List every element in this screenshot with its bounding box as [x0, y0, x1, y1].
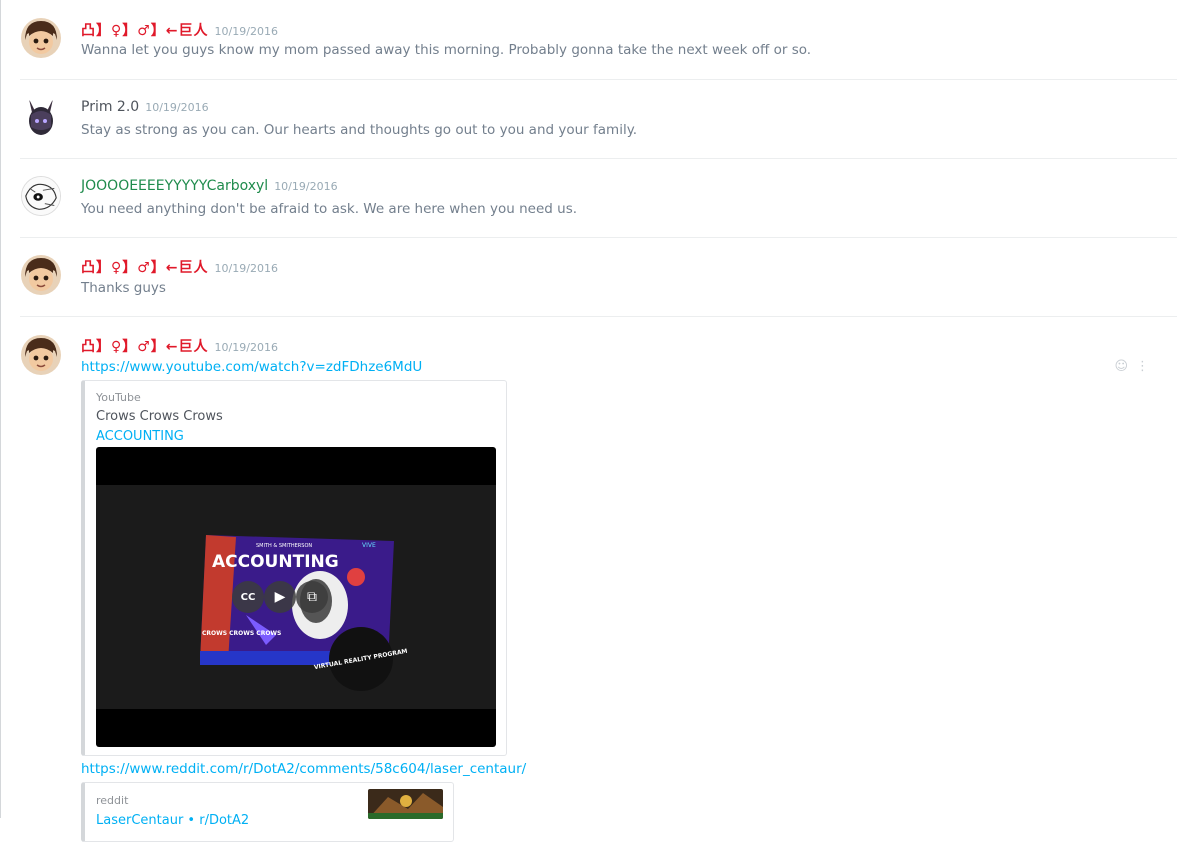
timestamp: 10/19/2016 [274, 180, 338, 193]
avatar[interactable] [21, 97, 61, 137]
thumbnail-title: ACCOUNTING [212, 552, 339, 572]
timestamp: 10/19/2016 [214, 341, 278, 354]
username[interactable]: Prim 2.0 [81, 99, 139, 115]
embed-title[interactable]: LaserCentaur • r/DotA2 [96, 813, 249, 828]
reddit-embed: reddit LaserCentaur • r/DotA2 [81, 782, 454, 842]
youtube-embed: YouTube Crows Crows Crows ACCOUNTING ACC… [81, 380, 507, 756]
message-text: Stay as strong as you can. Our hearts an… [81, 122, 638, 138]
message-header: 凸】♀】♂】←巨人 10/19/2016 [81, 257, 278, 277]
embed-title[interactable]: ACCOUNTING [96, 429, 184, 444]
avatar[interactable] [21, 176, 61, 216]
video-thumbnail[interactable]: ACCOUNTING SMITH & SMITHERSON VIVE CROWS… [96, 447, 496, 747]
message-header: 凸】♀】♂】←巨人 10/19/2016 [81, 336, 278, 356]
timestamp: 10/19/2016 [214, 25, 278, 38]
emoji-icon[interactable]: ☺ [1114, 359, 1128, 374]
youtube-link[interactable]: https://www.youtube.com/watch?v=zdFDhze6… [81, 359, 422, 375]
message-text: Wanna let you guys know my mom passed aw… [81, 42, 812, 58]
timestamp: 10/19/2016 [145, 101, 209, 114]
embed-provider: reddit [96, 794, 129, 807]
play-icon[interactable]: ▶ [264, 581, 296, 613]
username[interactable]: JOOOOEEEEYYYYYCarboxyl [81, 178, 268, 194]
thumbnail-logo: VIVE [362, 542, 376, 549]
timestamp: 10/19/2016 [214, 262, 278, 275]
avatar[interactable] [21, 18, 61, 58]
embed-author[interactable]: Crows Crows Crows [96, 409, 223, 424]
thumbnail-brand: SMITH & SMITHERSON [256, 543, 312, 549]
message-text: Thanks guys [81, 280, 166, 296]
embed-provider: YouTube [96, 391, 141, 404]
avatar[interactable] [21, 255, 61, 295]
message-actions: ☺ ⋮ [1114, 359, 1149, 374]
thumbnail-publisher: CROWS CROWS CROWS [202, 630, 281, 637]
message-group: Prim 2.0 10/19/2016 Stay as strong as yo… [0, 80, 1177, 159]
popout-icon[interactable]: ⧉ [296, 581, 328, 613]
message-header: Prim 2.0 10/19/2016 [81, 99, 209, 119]
message-header: 凸】♀】♂】←巨人 10/19/2016 [81, 20, 278, 40]
message-group: JOOOOEEEEYYYYYCarboxyl 10/19/2016 You ne… [0, 159, 1177, 238]
more-options-icon[interactable]: ⋮ [1136, 359, 1149, 374]
cc-badge: CC [232, 581, 264, 613]
video-frame: ACCOUNTING SMITH & SMITHERSON VIVE CROWS… [96, 485, 496, 709]
embed-thumbnail[interactable] [368, 789, 443, 819]
message-group: 凸】♀】♂】←巨人 10/19/2016 Wanna let you guys … [0, 0, 1177, 80]
username[interactable]: 凸】♀】♂】←巨人 [81, 20, 209, 40]
message-group: 凸】♀】♂】←巨人 10/19/2016 Thanks guys [0, 238, 1177, 317]
message-text: You need anything don't be afraid to ask… [81, 201, 578, 217]
reddit-link[interactable]: https://www.reddit.com/r/DotA2/comments/… [81, 761, 526, 777]
avatar[interactable] [21, 335, 61, 375]
username[interactable]: 凸】♀】♂】←巨人 [81, 257, 209, 277]
message-header: JOOOOEEEEYYYYYCarboxyl 10/19/2016 [81, 178, 338, 198]
message-group: 凸】♀】♂】←巨人 10/19/2016 ☺ ⋮ https://www.you… [0, 317, 1177, 842]
username[interactable]: 凸】♀】♂】←巨人 [81, 336, 209, 356]
